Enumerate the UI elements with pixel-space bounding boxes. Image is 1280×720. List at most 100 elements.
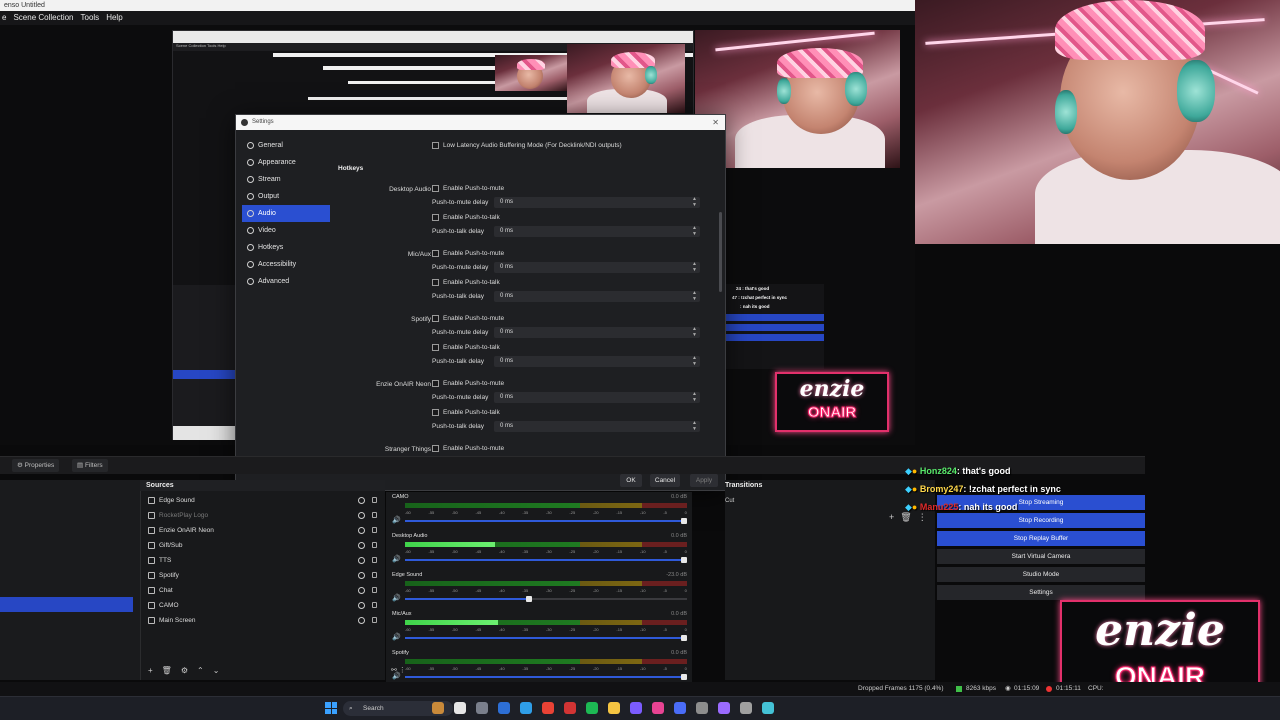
lock-icon[interactable] xyxy=(372,557,377,563)
visibility-eye-icon[interactable] xyxy=(358,512,365,519)
source-item[interactable]: CAMO xyxy=(148,598,179,613)
settings-nav-appearance[interactable]: Appearance xyxy=(242,154,330,171)
spinner-icon[interactable]: ▲▼ xyxy=(692,326,697,338)
source-item[interactable]: Main Screen xyxy=(148,613,196,628)
push-to-mute-checkbox[interactable] xyxy=(432,380,439,387)
gear-icon[interactable]: ⚙ xyxy=(181,666,188,675)
push-to-mute-delay-field[interactable]: 0 ms ▲▼ xyxy=(494,391,700,403)
settings-nav-audio[interactable]: Audio xyxy=(242,205,330,222)
speaker-icon[interactable]: 🔊 xyxy=(392,555,401,563)
volume-slider[interactable] xyxy=(405,674,687,680)
app-icon[interactable] xyxy=(718,702,730,714)
spinner-icon[interactable]: ▲▼ xyxy=(692,420,697,432)
cancel-button[interactable]: Cancel xyxy=(650,474,680,487)
source-item[interactable]: Gift/Sub xyxy=(148,538,182,553)
app-icon[interactable] xyxy=(674,702,686,714)
push-to-mute-toggle[interactable]: Enable Push-to-mute xyxy=(432,185,504,192)
push-to-mute-delay-field[interactable]: 0 ms ▲▼ xyxy=(494,326,700,338)
push-to-mute-toggle[interactable]: Enable Push-to-mute xyxy=(432,445,504,452)
more-icon[interactable]: ⋮ xyxy=(399,667,406,674)
volume-slider[interactable] xyxy=(405,635,687,641)
visibility-eye-icon[interactable] xyxy=(358,527,365,534)
low-latency-row[interactable]: Low Latency Audio Buffering Mode (For De… xyxy=(432,142,622,149)
app-icon[interactable] xyxy=(564,702,576,714)
lock-icon[interactable] xyxy=(372,602,377,608)
volume-slider[interactable] xyxy=(405,596,687,602)
settings-nav-accessibility[interactable]: Accessibility xyxy=(242,256,330,273)
spotify-icon[interactable] xyxy=(586,702,598,714)
lock-icon[interactable] xyxy=(372,497,377,503)
visibility-eye-icon[interactable] xyxy=(358,542,365,549)
folder-icon[interactable] xyxy=(608,702,620,714)
app-icon[interactable] xyxy=(762,702,774,714)
visibility-eye-icon[interactable] xyxy=(358,497,365,504)
push-to-mute-checkbox[interactable] xyxy=(432,250,439,257)
spinner-icon[interactable]: ▲▼ xyxy=(692,391,697,403)
lock-icon[interactable] xyxy=(372,512,377,518)
volume-slider[interactable] xyxy=(405,557,687,563)
push-to-talk-toggle[interactable]: Enable Push-to-talk xyxy=(432,279,500,286)
push-to-talk-delay-field[interactable]: 0 ms ▲ ▼ xyxy=(494,420,700,432)
file-icon[interactable] xyxy=(454,702,466,714)
menu-item-file[interactable]: e xyxy=(2,11,6,25)
push-to-mute-checkbox[interactable] xyxy=(432,315,439,322)
push-to-talk-toggle[interactable]: Enable Push-to-talk xyxy=(432,344,500,351)
settings-nav-video[interactable]: Video xyxy=(242,222,330,239)
edge-icon[interactable] xyxy=(520,702,532,714)
app-icon[interactable] xyxy=(630,702,642,714)
push-to-mute-checkbox[interactable] xyxy=(432,185,439,192)
settings-icon[interactable] xyxy=(476,702,488,714)
store-icon[interactable] xyxy=(498,702,510,714)
transition-select[interactable]: Cut xyxy=(725,498,734,504)
filters-button[interactable]: ▤ Filters xyxy=(72,459,108,472)
push-to-talk-delay-field[interactable]: 0 ms ▲ ▼ xyxy=(494,355,700,367)
push-to-talk-toggle[interactable]: Enable Push-to-talk xyxy=(432,214,500,221)
push-to-mute-toggle[interactable]: Enable Push-to-mute xyxy=(432,250,504,257)
visibility-eye-icon[interactable] xyxy=(358,587,365,594)
squirrel-icon[interactable] xyxy=(432,702,444,714)
chevron-up-icon[interactable]: ⌃ xyxy=(197,666,204,675)
source-item[interactable]: Edge Sound xyxy=(148,493,195,508)
visibility-eye-icon[interactable] xyxy=(358,617,365,624)
start-virtual-camera-button[interactable]: Start Virtual Camera xyxy=(937,549,1145,564)
menu-item-tools[interactable]: Tools xyxy=(81,11,100,25)
properties-button[interactable]: ⚙ Properties xyxy=(12,459,60,472)
settings-scrollbar[interactable] xyxy=(719,137,723,467)
spinner-icon[interactable]: ▲▼ xyxy=(692,225,697,237)
add-icon[interactable]: + xyxy=(148,666,153,675)
spinner-icon[interactable]: ▲▼ xyxy=(692,261,697,273)
source-item[interactable]: Enzie OnAIR Neon xyxy=(148,523,214,538)
stop-replay-buffer-button[interactable]: Stop Replay Buffer xyxy=(937,531,1145,546)
push-to-mute-delay-field[interactable]: 0 ms ▲▼ xyxy=(494,196,700,208)
visibility-eye-icon[interactable] xyxy=(358,602,365,609)
push-to-talk-delay-field[interactable]: 0 ms ▲ ▼ xyxy=(494,290,700,302)
chrome-icon[interactable] xyxy=(542,702,554,714)
source-item[interactable]: TTS xyxy=(148,553,171,568)
push-to-talk-checkbox[interactable] xyxy=(432,409,439,416)
push-to-mute-checkbox[interactable] xyxy=(432,445,439,452)
lock-icon[interactable] xyxy=(372,542,377,548)
close-icon[interactable]: ✕ xyxy=(712,115,719,130)
spinner-icon[interactable]: ▲▼ xyxy=(692,196,697,208)
settings-nav-output[interactable]: Output xyxy=(242,188,330,205)
studio-mode-button[interactable]: Studio Mode xyxy=(937,567,1145,582)
lock-icon[interactable] xyxy=(372,587,377,593)
source-item[interactable]: Spotify xyxy=(148,568,179,583)
speaker-icon[interactable]: 🔊 xyxy=(392,516,401,524)
push-to-talk-checkbox[interactable] xyxy=(432,214,439,221)
push-to-mute-delay-field[interactable]: 0 ms ▲▼ xyxy=(494,261,700,273)
spinner-icon[interactable]: ▲▼ xyxy=(692,290,697,302)
app-icon[interactable] xyxy=(696,702,708,714)
source-item[interactable]: Chat xyxy=(148,583,173,598)
volume-slider[interactable] xyxy=(405,518,687,524)
lock-icon[interactable] xyxy=(372,527,377,533)
scene-selected[interactable] xyxy=(0,597,133,612)
add-icon[interactable]: + xyxy=(889,512,894,523)
app-icon[interactable] xyxy=(740,702,752,714)
settings-nav-general[interactable]: General xyxy=(242,137,330,154)
lock-icon[interactable] xyxy=(372,617,377,623)
speaker-icon[interactable]: 🔊 xyxy=(392,633,401,641)
push-to-talk-delay-field[interactable]: 0 ms ▲ ▼ xyxy=(494,225,700,237)
speaker-icon[interactable]: 🔊 xyxy=(392,594,401,602)
ok-button[interactable]: OK xyxy=(620,474,642,487)
